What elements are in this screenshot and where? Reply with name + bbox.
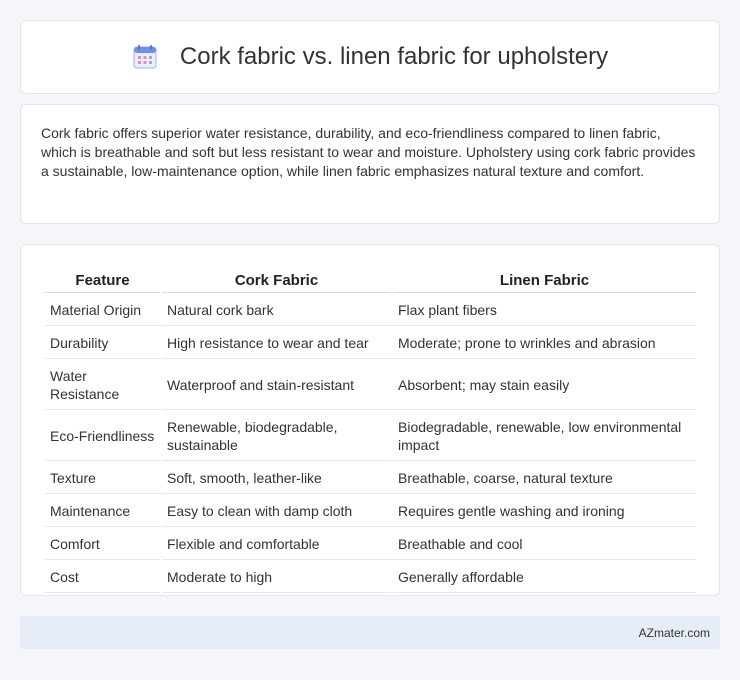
footer-site-link[interactable]: AZmater.com: [639, 626, 710, 640]
linen-cell: Generally affordable: [393, 562, 696, 593]
feature-cell: Texture: [45, 463, 160, 494]
linen-cell: Moderate; prone to wrinkles and abrasion: [393, 328, 696, 359]
table-row: Durability High resistance to wear and t…: [45, 328, 696, 359]
linen-cell: Breathable, coarse, natural texture: [393, 463, 696, 494]
linen-cell: Biodegradable, renewable, low environmen…: [393, 412, 696, 461]
cork-cell: Waterproof and stain-resistant: [162, 361, 391, 410]
comparison-table: Feature Cork Fabric Linen Fabric Materia…: [43, 265, 698, 595]
comparison-card: Feature Cork Fabric Linen Fabric Materia…: [20, 244, 720, 596]
page-title-row: Cork fabric vs. linen fabric for upholst…: [132, 43, 608, 71]
linen-cell: Breathable and cool: [393, 529, 696, 560]
cork-cell: Natural cork bark: [162, 295, 391, 326]
table-row: Maintenance Easy to clean with damp clot…: [45, 496, 696, 527]
column-header-linen: Linen Fabric: [393, 267, 696, 293]
column-header-cork: Cork Fabric: [162, 267, 391, 293]
table-row: Water Resistance Waterproof and stain-re…: [45, 361, 696, 410]
summary-card: Cork fabric offers superior water resist…: [20, 104, 720, 224]
feature-cell: Material Origin: [45, 295, 160, 326]
feature-cell: Eco-Friendliness: [45, 412, 160, 461]
cork-cell: Flexible and comfortable: [162, 529, 391, 560]
cork-cell: High resistance to wear and tear: [162, 328, 391, 359]
page-title: Cork fabric vs. linen fabric for upholst…: [179, 43, 609, 70]
cork-cell: Soft, smooth, leather-like: [162, 463, 391, 494]
table-row: Texture Soft, smooth, leather-like Breat…: [45, 463, 696, 494]
footer-bar: AZmater.com: [20, 616, 720, 649]
table-row: Cost Moderate to high Generally affordab…: [45, 562, 696, 593]
feature-cell: Durability: [45, 328, 160, 359]
summary-text: Cork fabric offers superior water resist…: [41, 125, 696, 179]
feature-cell: Water Resistance: [45, 361, 160, 410]
feature-cell: Maintenance: [45, 496, 160, 527]
calendar-icon: [132, 44, 158, 70]
cork-cell: Renewable, biodegradable, sustainable: [162, 412, 391, 461]
feature-cell: Cost: [45, 562, 160, 593]
table-row: Material Origin Natural cork bark Flax p…: [45, 295, 696, 326]
table-header-row: Feature Cork Fabric Linen Fabric: [45, 267, 696, 293]
title-card: Cork fabric vs. linen fabric for upholst…: [20, 20, 720, 94]
table-row: Comfort Flexible and comfortable Breatha…: [45, 529, 696, 560]
cork-cell: Moderate to high: [162, 562, 391, 593]
column-header-feature: Feature: [45, 267, 160, 293]
feature-cell: Comfort: [45, 529, 160, 560]
cork-cell: Easy to clean with damp cloth: [162, 496, 391, 527]
linen-cell: Absorbent; may stain easily: [393, 361, 696, 410]
table-row: Eco-Friendliness Renewable, biodegradabl…: [45, 412, 696, 461]
linen-cell: Flax plant fibers: [393, 295, 696, 326]
linen-cell: Requires gentle washing and ironing: [393, 496, 696, 527]
